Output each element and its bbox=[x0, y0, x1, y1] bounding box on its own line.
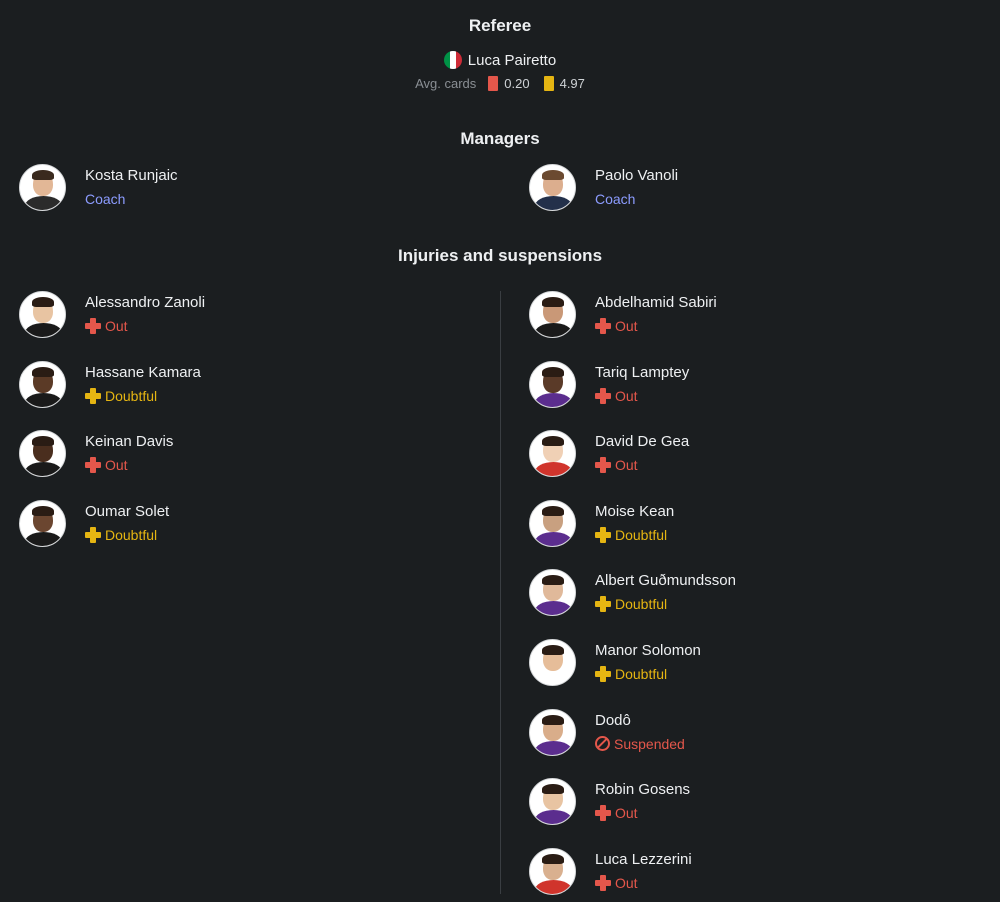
status-label: Out bbox=[615, 318, 638, 334]
avatar bbox=[529, 291, 576, 338]
away-manager[interactable]: Paolo Vanoli Coach bbox=[529, 164, 678, 211]
status-label: Doubtful bbox=[615, 666, 668, 682]
plus-cross-icon bbox=[595, 874, 611, 891]
plus-cross-icon bbox=[85, 318, 101, 334]
avatar bbox=[19, 291, 66, 338]
player-name: Moise Kean bbox=[595, 502, 675, 520]
avatar bbox=[529, 569, 576, 617]
avatar bbox=[529, 360, 576, 408]
status-label: Out bbox=[615, 805, 638, 822]
italy-flag-icon bbox=[443, 51, 462, 69]
managers-title: Managers bbox=[460, 129, 540, 148]
status-label: Suspended bbox=[614, 735, 685, 752]
injury-status: Out bbox=[85, 456, 173, 474]
player-name: Abdelhamid Sabiri bbox=[595, 294, 717, 311]
player-name: Tariq Lamptey bbox=[595, 363, 690, 381]
status-label: Doubtful bbox=[615, 596, 668, 613]
injury-status: Doubtful bbox=[595, 526, 674, 544]
manager-name: Paolo Vanoli bbox=[595, 167, 679, 184]
referee-name[interactable]: Luca Pairetto bbox=[468, 52, 556, 69]
injuries-title: Injuries and suspensions bbox=[397, 246, 603, 265]
red-card-avg: 0.20 bbox=[504, 76, 530, 91]
status-label: Out bbox=[615, 387, 638, 404]
player-name: Alessandro Zanoli bbox=[85, 294, 206, 311]
status-label: Doubtful bbox=[615, 526, 668, 543]
injury-status: Doubtful bbox=[85, 526, 169, 544]
injury-status: Suspended bbox=[595, 735, 685, 753]
status-label: Doubtful bbox=[105, 387, 158, 404]
player-name: Manor Solomon bbox=[595, 642, 701, 659]
plus-cross-icon bbox=[85, 387, 101, 404]
plus-cross-icon bbox=[85, 526, 101, 543]
avg-cards-label: Avg. cards bbox=[415, 76, 477, 91]
injury-status: Doubtful bbox=[595, 595, 736, 613]
status-label: Out bbox=[105, 457, 128, 474]
referee-avg-cards: Avg. cards 0.20 4.97 bbox=[0, 76, 1000, 91]
injury-list-item[interactable]: Oumar Solet Doubtful bbox=[19, 499, 170, 547]
injury-list-item[interactable]: Keinan Davis Out bbox=[19, 430, 174, 478]
injury-list-item[interactable]: Moise Kean Doubtful bbox=[529, 499, 675, 547]
avatar bbox=[529, 708, 576, 756]
status-label: Out bbox=[615, 874, 638, 891]
injury-status: Doubtful bbox=[595, 665, 701, 683]
referee-row: Luca Pairetto bbox=[0, 51, 1000, 69]
red-card-icon bbox=[488, 76, 499, 91]
injury-list-item[interactable]: Manor Solomon Doubtful bbox=[529, 639, 701, 686]
avatar bbox=[529, 847, 576, 895]
injury-status: Out bbox=[595, 804, 690, 822]
ban-icon bbox=[595, 736, 610, 752]
injury-status: Out bbox=[595, 456, 689, 474]
avatar bbox=[529, 164, 576, 211]
avatar bbox=[19, 499, 66, 547]
avatar bbox=[19, 164, 66, 211]
player-name: Albert Guðmundsson bbox=[595, 572, 736, 590]
avatar bbox=[529, 430, 576, 478]
avatar bbox=[529, 499, 576, 547]
injury-status: Out bbox=[595, 387, 689, 405]
home-manager[interactable]: Kosta Runjaic Coach bbox=[19, 164, 178, 211]
manager-role: Coach bbox=[85, 191, 126, 207]
player-name: Dodô bbox=[595, 711, 631, 729]
plus-cross-icon bbox=[595, 596, 611, 613]
column-divider bbox=[500, 291, 501, 894]
status-label: Doubtful bbox=[105, 526, 158, 543]
player-name: Oumar Solet bbox=[85, 502, 170, 520]
injury-status: Out bbox=[85, 317, 205, 335]
injury-list-item[interactable]: Alessandro Zanoli Out bbox=[19, 291, 205, 338]
injury-status: Out bbox=[595, 874, 692, 892]
injury-list-item[interactable]: Tariq Lamptey Out bbox=[529, 360, 690, 408]
avatar bbox=[19, 430, 66, 478]
plus-cross-icon bbox=[595, 318, 611, 334]
injury-list-item[interactable]: Hassane Kamara Doubtful bbox=[19, 360, 201, 408]
player-name: Keinan Davis bbox=[85, 433, 174, 451]
player-name: Robin Gosens bbox=[595, 781, 691, 799]
status-label: Out bbox=[105, 318, 128, 334]
injury-list-item[interactable]: Dodô Suspended bbox=[529, 708, 685, 756]
plus-cross-icon bbox=[85, 457, 101, 474]
plus-cross-icon bbox=[595, 457, 611, 474]
plus-cross-icon bbox=[595, 805, 611, 822]
injury-list-item[interactable]: Albert Guðmundsson Doubtful bbox=[529, 569, 736, 617]
plus-cross-icon bbox=[595, 526, 611, 543]
injury-list-item[interactable]: David De Gea Out bbox=[529, 430, 690, 478]
yellow-card-avg: 4.97 bbox=[559, 76, 585, 91]
injury-status: Doubtful bbox=[85, 387, 201, 405]
injury-list-item[interactable]: Robin Gosens Out bbox=[529, 778, 691, 826]
avatar bbox=[529, 778, 576, 826]
player-name: David De Gea bbox=[595, 433, 690, 451]
injury-list-item[interactable]: Luca Lezzerini Out bbox=[529, 847, 692, 895]
plus-cross-icon bbox=[595, 387, 611, 404]
manager-role: Coach bbox=[595, 191, 636, 207]
avatar bbox=[529, 639, 576, 686]
injury-status: Out bbox=[595, 317, 717, 335]
referee-title: Referee bbox=[468, 16, 532, 35]
avatar bbox=[19, 360, 66, 408]
status-label: Out bbox=[615, 457, 638, 474]
manager-name: Kosta Runjaic bbox=[85, 167, 178, 184]
yellow-card-icon bbox=[543, 76, 554, 91]
injury-list-item[interactable]: Abdelhamid Sabiri Out bbox=[529, 291, 717, 338]
plus-cross-icon bbox=[595, 666, 611, 682]
player-name: Luca Lezzerini bbox=[595, 850, 692, 868]
player-name: Hassane Kamara bbox=[85, 363, 201, 381]
